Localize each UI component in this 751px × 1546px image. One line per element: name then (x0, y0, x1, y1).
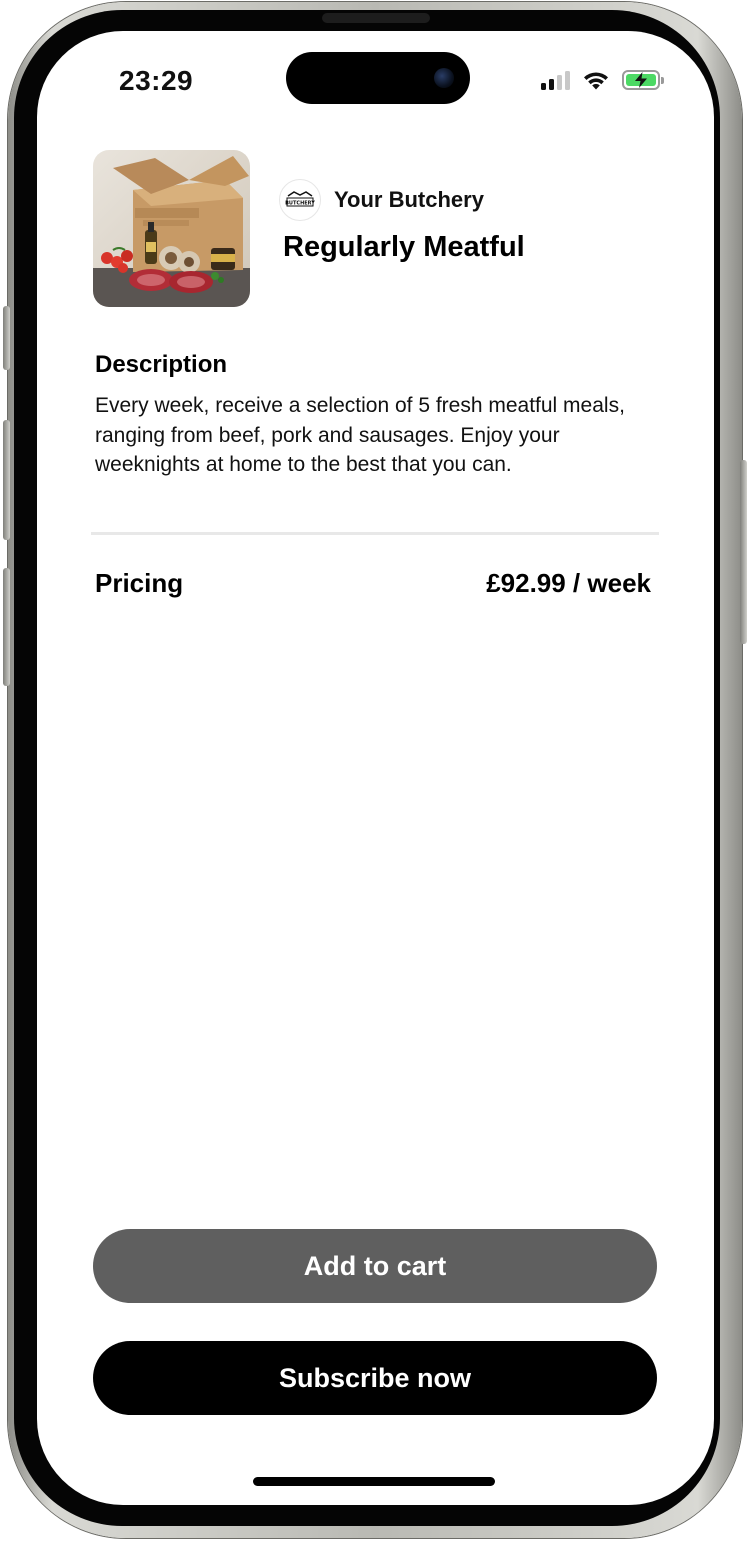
side-button-volume-down (3, 568, 10, 686)
side-button-power (740, 460, 747, 644)
product-title: Regularly Meatful (283, 231, 525, 263)
add-to-cart-button[interactable]: Add to cart (93, 1229, 657, 1303)
earpiece-speaker (322, 13, 430, 23)
side-button-action (3, 306, 10, 370)
brand-logo-text: BUTCHERY (285, 201, 315, 207)
brand-name[interactable]: Your Butchery (334, 187, 484, 213)
battery-charging-icon (622, 70, 664, 90)
pricing-label: Pricing (95, 568, 184, 598)
subscribe-now-button[interactable]: Subscribe now (93, 1341, 657, 1415)
side-button-volume-up (3, 420, 10, 540)
cellular-signal-icon (541, 70, 570, 90)
dynamic-island (286, 52, 470, 104)
divider (91, 532, 659, 535)
description-heading: Description (95, 351, 228, 378)
brand-logo[interactable]: BUTCHERY (279, 179, 321, 221)
status-icons (541, 67, 664, 93)
wifi-icon (584, 72, 608, 90)
status-time: 23:29 (119, 65, 194, 96)
description-text: Every week, receive a selection of 5 fre… (95, 394, 625, 476)
pricing-value: £92.99 / week (486, 568, 651, 598)
front-camera-icon (434, 68, 454, 88)
product-image (93, 150, 250, 307)
app-screen: 23:29 BUTCHERY Your Butchery Regularly M… (37, 31, 714, 1505)
home-indicator[interactable] (253, 1477, 495, 1486)
